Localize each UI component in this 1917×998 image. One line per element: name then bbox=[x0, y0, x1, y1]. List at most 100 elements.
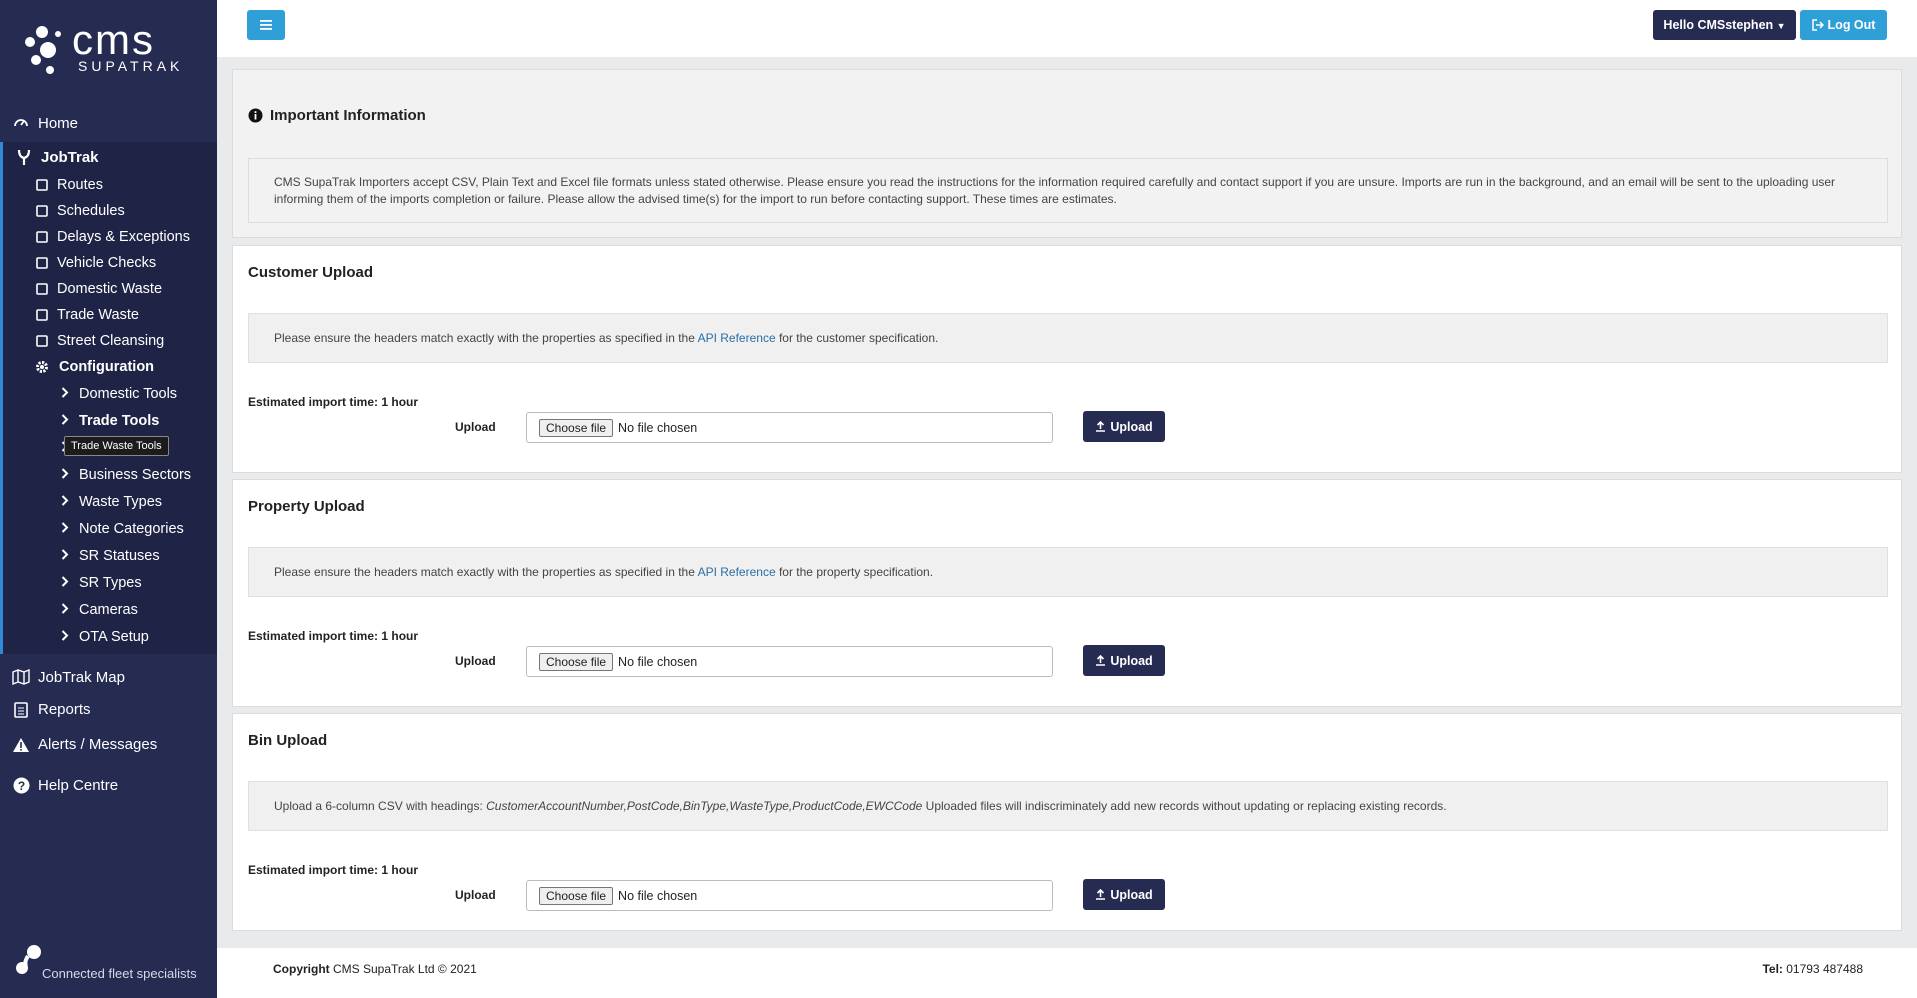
hamburger-icon bbox=[260, 20, 272, 30]
user-menu-button[interactable]: Hello CMSstephen ▼ bbox=[1653, 10, 1796, 40]
upload-button-label: Upload bbox=[1110, 419, 1153, 434]
upload-button[interactable]: Upload bbox=[1083, 411, 1165, 442]
upload-button[interactable]: Upload bbox=[1083, 645, 1165, 676]
sidebar-item-label: OTA Setup bbox=[79, 628, 149, 645]
sidebar-item-delays-exceptions[interactable]: Delays & Exceptions bbox=[3, 224, 217, 250]
property-upload-panel: Property Upload Please ensure the header… bbox=[232, 479, 1902, 707]
info-text-content: CMS SupaTrak Importers accept CSV, Plain… bbox=[274, 174, 1836, 206]
panel-title: Bin Upload bbox=[248, 732, 328, 749]
svg-text:?: ? bbox=[17, 779, 24, 793]
file-input[interactable]: Choose file No file chosen bbox=[526, 880, 1053, 911]
calendar-icon bbox=[35, 202, 49, 220]
jobtrak-section: JobTrak Routes Schedules Delays & Exceptio… bbox=[0, 142, 217, 654]
note-text: Please ensure the headers match exactly … bbox=[274, 330, 939, 345]
user-menu-label: Hello CMSstephen bbox=[1663, 18, 1774, 32]
sidebar-item-note-categories[interactable]: Note Categories bbox=[3, 515, 217, 542]
sidebar-item-street-cleansing[interactable]: Street Cleansing bbox=[3, 328, 217, 354]
estimated-time: Estimated import time: 1 hour bbox=[248, 395, 419, 409]
chevron-right-icon bbox=[61, 494, 79, 510]
customer-upload-panel: Customer Upload Please ensure the header… bbox=[232, 245, 1902, 473]
logo-subtext: SUPATRAK bbox=[78, 58, 184, 74]
upload-label: Upload bbox=[455, 654, 496, 668]
sidebar-item-vehicle-checks[interactable]: Vehicle Checks bbox=[3, 250, 217, 276]
sidebar-footer: Connected fleet specialists bbox=[14, 944, 214, 984]
handshake-icon bbox=[35, 306, 49, 324]
info-text: CMS SupaTrak Importers accept CSV, Plain… bbox=[248, 158, 1888, 223]
sidebar-item-jobtrak[interactable]: JobTrak bbox=[3, 142, 217, 172]
sidebar-item-domestic-waste[interactable]: Domestic Waste bbox=[3, 276, 217, 302]
api-reference-link[interactable]: API Reference bbox=[698, 565, 776, 579]
sidebar-item-label: Delays & Exceptions bbox=[57, 229, 190, 245]
sidebar-item-label: Domestic Tools bbox=[79, 385, 178, 402]
check-square-icon bbox=[35, 254, 49, 272]
choose-file-button[interactable]: Choose file bbox=[539, 418, 614, 437]
sidebar-item-waste-types[interactable]: Waste Types bbox=[3, 488, 217, 515]
sidebar-item-reports[interactable]: Reports bbox=[0, 692, 217, 727]
file-input[interactable]: Choose file No file chosen bbox=[526, 412, 1053, 443]
sidebar-item-label: Business Sectors bbox=[79, 466, 192, 483]
file-input[interactable]: Choose file No file chosen bbox=[526, 646, 1053, 677]
upload-icon bbox=[1096, 889, 1106, 900]
bin-icon bbox=[35, 280, 49, 298]
upload-icon bbox=[1096, 421, 1106, 432]
sidebar-item-sr-statuses[interactable]: SR Statuses bbox=[3, 542, 217, 569]
menu-toggle-button[interactable] bbox=[247, 10, 285, 40]
upload-button[interactable]: Upload bbox=[1083, 879, 1165, 910]
chevron-right-icon bbox=[61, 413, 79, 429]
topbar: Hello CMSstephen ▼ Log Out bbox=[217, 0, 1917, 57]
question-circle-icon: ? bbox=[12, 776, 30, 794]
estimated-time: Estimated import time: 1 hour bbox=[248, 629, 419, 643]
sidebar: cms SUPATRAK Home JobTrak Routes Schedule… bbox=[0, 0, 217, 998]
upload-label: Upload bbox=[455, 888, 496, 902]
logout-button[interactable]: Log Out bbox=[1800, 10, 1887, 40]
sidebar-item-label: Reports bbox=[38, 701, 91, 718]
sidebar-item-jobtrak-map[interactable]: JobTrak Map bbox=[0, 662, 217, 692]
broom-icon bbox=[35, 332, 49, 350]
sidebar-item-routes[interactable]: Routes bbox=[3, 172, 217, 198]
sidebar-item-label: Note Categories bbox=[79, 520, 184, 537]
sidebar-item-label: JobTrak Map bbox=[38, 668, 125, 686]
sidebar-item-trade-waste[interactable]: Trade Waste bbox=[3, 302, 217, 328]
chevron-right-icon bbox=[61, 575, 79, 591]
gear-icon bbox=[33, 358, 51, 376]
chevron-right-icon bbox=[61, 629, 79, 645]
telephone: Tel: 01793 487488 bbox=[1762, 962, 1863, 976]
logout-label: Log Out bbox=[1827, 18, 1876, 32]
chevron-right-icon bbox=[61, 467, 79, 483]
estimated-time: Estimated import time: 1 hour bbox=[248, 863, 419, 877]
note-text: Please ensure the headers match exactly … bbox=[274, 564, 934, 579]
chevron-right-icon bbox=[61, 521, 79, 537]
sidebar-item-label: Street Cleansing bbox=[57, 333, 165, 349]
panel-title: Property Upload bbox=[248, 498, 365, 515]
api-reference-link[interactable]: API Reference bbox=[698, 331, 776, 345]
panel-title: Customer Upload bbox=[248, 264, 374, 281]
info-title: Important Information bbox=[270, 107, 426, 124]
sidebar-item-sr-types[interactable]: SR Types bbox=[3, 569, 217, 596]
sidebar-item-label: Vehicle Checks bbox=[57, 255, 157, 271]
customer-note: Please ensure the headers match exactly … bbox=[248, 313, 1888, 363]
choose-file-button[interactable]: Choose file bbox=[539, 652, 614, 671]
sidebar-item-help-centre[interactable]: ? Help Centre bbox=[0, 762, 217, 808]
sign-out-icon bbox=[1811, 19, 1824, 31]
cms-supatrak-logo[interactable]: cms SUPATRAK bbox=[20, 16, 195, 80]
copyright: Copyright CMS SupaTrak Ltd © 2021 bbox=[273, 962, 477, 976]
sidebar-item-schedules[interactable]: Schedules bbox=[3, 198, 217, 224]
sidebar-item-home[interactable]: Home bbox=[0, 110, 217, 136]
caret-down-icon: ▼ bbox=[1776, 21, 1786, 31]
page-footer: Copyright CMS SupaTrak Ltd © 2021 Tel: 0… bbox=[217, 948, 1917, 998]
choose-file-button[interactable]: Choose file bbox=[539, 886, 614, 905]
sidebar-item-label: JobTrak bbox=[41, 148, 99, 166]
warning-icon bbox=[12, 736, 30, 754]
sidebar-item-cameras[interactable]: Cameras bbox=[3, 596, 217, 623]
sidebar-item-trade-tools[interactable]: Trade Tools bbox=[3, 407, 217, 434]
sidebar-item-business-sectors[interactable]: Business Sectors bbox=[3, 461, 217, 488]
sidebar-item-label: Alerts / Messages bbox=[38, 736, 158, 753]
clipboard-icon bbox=[12, 701, 30, 719]
bin-note: Upload a 6-column CSV with headings: Cus… bbox=[248, 781, 1888, 831]
logo-text: cms bbox=[72, 16, 155, 63]
file-status: No file chosen bbox=[618, 888, 698, 903]
sidebar-item-configuration[interactable]: Configuration bbox=[3, 354, 217, 380]
sidebar-item-alerts[interactable]: Alerts / Messages bbox=[0, 727, 217, 762]
sidebar-item-ota-setup[interactable]: OTA Setup bbox=[3, 623, 217, 650]
sidebar-item-domestic-tools[interactable]: Domestic Tools bbox=[3, 380, 217, 407]
